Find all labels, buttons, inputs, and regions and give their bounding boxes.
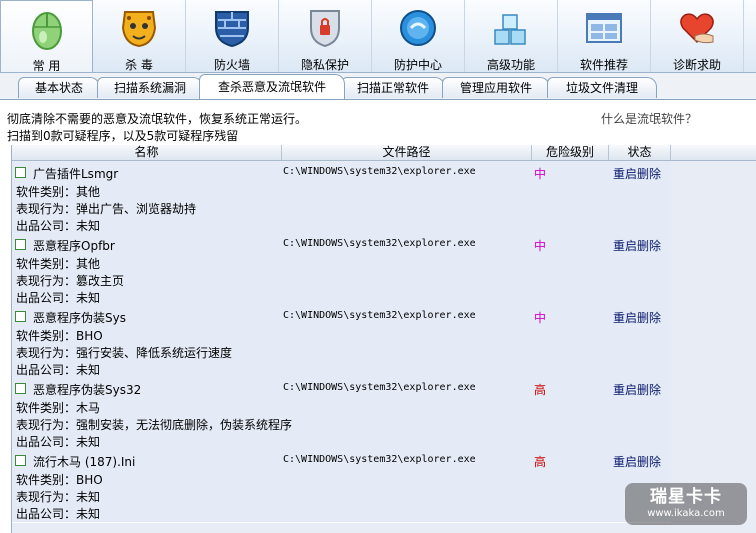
toolbar-privacy-button[interactable]: 隐私保护 xyxy=(279,0,372,72)
watermark-url: www.ikaka.com xyxy=(647,508,725,519)
software-type: 软件类别：BHO xyxy=(16,473,103,487)
tab-scan-normal-software[interactable]: 扫描正常软件 xyxy=(341,77,445,98)
risk-level: 高 xyxy=(534,455,547,469)
firewall-icon xyxy=(210,6,254,50)
file-path: C:\WINDOWS\system32\explorer.exe xyxy=(283,238,476,249)
program-name: 流行木马 (187).Ini xyxy=(33,455,136,469)
table-row[interactable]: 恶意程序Opfbr C:\WINDOWS\system32\explorer.e… xyxy=(12,234,671,307)
behavior: 表现行为：篡改主页 xyxy=(16,274,125,288)
vendor: 出品公司：未知 xyxy=(16,507,101,521)
software-type: 软件类别：木马 xyxy=(16,401,101,415)
behavior: 表现行为：弹出广告、浏览器劫持 xyxy=(16,202,197,216)
behavior: 表现行为：未知 xyxy=(16,490,101,504)
risk-level: 高 xyxy=(534,383,547,397)
tab-junk-cleanup[interactable]: 垃圾文件清理 xyxy=(547,77,657,98)
column-header-status[interactable]: 状态 xyxy=(609,145,671,160)
mouse-icon xyxy=(25,7,69,51)
windows-icon xyxy=(582,6,626,50)
toolbar-label: 隐私保护 xyxy=(300,58,349,72)
toolbar-label: 防火墙 xyxy=(213,58,250,72)
vendor: 出品公司：未知 xyxy=(16,363,101,377)
restart-delete-action[interactable]: 重启删除 xyxy=(613,381,661,398)
file-path: C:\WINDOWS\system32\explorer.exe xyxy=(283,310,476,321)
table-row[interactable]: 恶意程序伪装Sys C:\WINDOWS\system32\explorer.e… xyxy=(12,306,671,379)
column-header-name[interactable]: 名称 xyxy=(12,145,282,160)
program-name: 恶意程序伪装Sys xyxy=(33,311,126,325)
software-type: 软件类别：其他 xyxy=(16,185,101,199)
help-link[interactable]: 什么是流氓软件？ xyxy=(601,110,697,127)
tab-basic-status[interactable]: 基本状态 xyxy=(18,77,100,98)
restart-delete-action[interactable]: 重启删除 xyxy=(613,309,661,326)
row-checkbox[interactable] xyxy=(15,311,26,322)
tab-malware-scan[interactable]: 查杀恶意及流氓软件 xyxy=(199,74,345,99)
page-description: 彻底清除不需要的恶意及流氓软件，恢复系统正常运行。 xyxy=(7,112,308,126)
program-name: 恶意程序伪装Sys32 xyxy=(33,383,142,397)
vendor: 出品公司：未知 xyxy=(16,219,101,233)
software-type: 软件类别：BHO xyxy=(16,329,103,343)
risk-level: 中 xyxy=(534,239,547,253)
toolbar-firewall-button[interactable]: 防火墙 xyxy=(186,0,279,72)
row-checkbox[interactable] xyxy=(15,167,26,178)
behavior: 表现行为：强制安装，无法彻底删除，伪装系统程序 xyxy=(16,418,293,432)
risk-level: 中 xyxy=(534,167,547,181)
globe-icon xyxy=(396,6,440,50)
heart-hand-icon xyxy=(675,6,719,50)
vendor: 出品公司：未知 xyxy=(16,291,101,305)
toolbar-diagnose-button[interactable]: 诊断求助 xyxy=(651,0,744,72)
restart-delete-action[interactable]: 重启删除 xyxy=(613,165,661,182)
toolbar-advanced-button[interactable]: 高级功能 xyxy=(465,0,558,72)
restart-delete-action[interactable]: 重启删除 xyxy=(613,237,661,254)
table-row[interactable]: 广告插件Lsmgr C:\WINDOWS\system32\explorer.e… xyxy=(12,162,671,235)
file-path: C:\WINDOWS\system32\explorer.exe xyxy=(283,382,476,393)
file-path: C:\WINDOWS\system32\explorer.exe xyxy=(283,454,476,465)
table-header: 名称 文件路径 危险级别 状态 xyxy=(12,145,756,161)
tab-manage-apps[interactable]: 管理应用软件 xyxy=(442,77,550,98)
toolbar-label: 高级功能 xyxy=(486,58,535,72)
row-checkbox[interactable] xyxy=(15,239,26,250)
row-checkbox[interactable] xyxy=(15,455,26,466)
lock-shield-icon xyxy=(303,6,347,50)
program-name: 恶意程序Opfbr xyxy=(33,239,115,253)
row-checkbox[interactable] xyxy=(15,383,26,394)
risk-level: 中 xyxy=(534,311,547,325)
toolbar-label: 常 用 xyxy=(32,59,61,73)
program-name: 广告插件Lsmgr xyxy=(33,167,119,181)
toolbar-label: 防护中心 xyxy=(393,58,442,72)
restart-delete-action[interactable]: 重启删除 xyxy=(613,453,661,470)
toolbar-protection-button[interactable]: 防护中心 xyxy=(372,0,465,72)
toolbar-antivirus-button[interactable]: 杀 毒 xyxy=(93,0,186,72)
column-header-path[interactable]: 文件路径 xyxy=(282,145,532,160)
tab-scan-vulnerabilities[interactable]: 扫描系统漏洞 xyxy=(97,77,203,98)
column-header-risk[interactable]: 危险级别 xyxy=(532,145,609,160)
results-table: 名称 文件路径 危险级别 状态 广告插件Lsmgr C:\WINDOWS\sys… xyxy=(11,145,756,533)
vendor: 出品公司：未知 xyxy=(16,435,101,449)
watermark-brand: 瑞星卡卡 xyxy=(650,487,722,507)
software-type: 软件类别：其他 xyxy=(16,257,101,271)
cubes-icon xyxy=(489,6,533,50)
site-watermark: 瑞星卡卡 www.ikaka.com xyxy=(625,483,747,525)
toolbar-recommend-button[interactable]: 软件推荐 xyxy=(558,0,651,72)
toolbar-label: 杀 毒 xyxy=(125,58,153,72)
main-toolbar: 常 用 杀 毒 防火墙 隐私保护 防护中心 高级功能 软件推荐 诊断求助 xyxy=(0,0,756,73)
tab-bar: 基本状态 扫描系统漏洞 查杀恶意及流氓软件 扫描正常软件 管理应用软件 垃圾文件… xyxy=(0,73,756,100)
toolbar-label: 软件推荐 xyxy=(579,58,628,72)
scan-summary: 扫描到0款可疑程序，以及5款可疑程序残留 xyxy=(7,129,239,143)
file-path: C:\WINDOWS\system32\explorer.exe xyxy=(283,166,476,177)
table-row[interactable]: 恶意程序伪装Sys32 C:\WINDOWS\system32\explorer… xyxy=(12,378,671,451)
toolbar-label: 诊断求助 xyxy=(672,58,721,72)
behavior: 表现行为：强行安装、降低系统运行速度 xyxy=(16,346,233,360)
leopard-icon xyxy=(117,6,161,50)
toolbar-common-button[interactable]: 常 用 xyxy=(0,0,93,73)
table-row[interactable]: 流行木马 (187).Ini C:\WINDOWS\system32\explo… xyxy=(12,450,671,523)
